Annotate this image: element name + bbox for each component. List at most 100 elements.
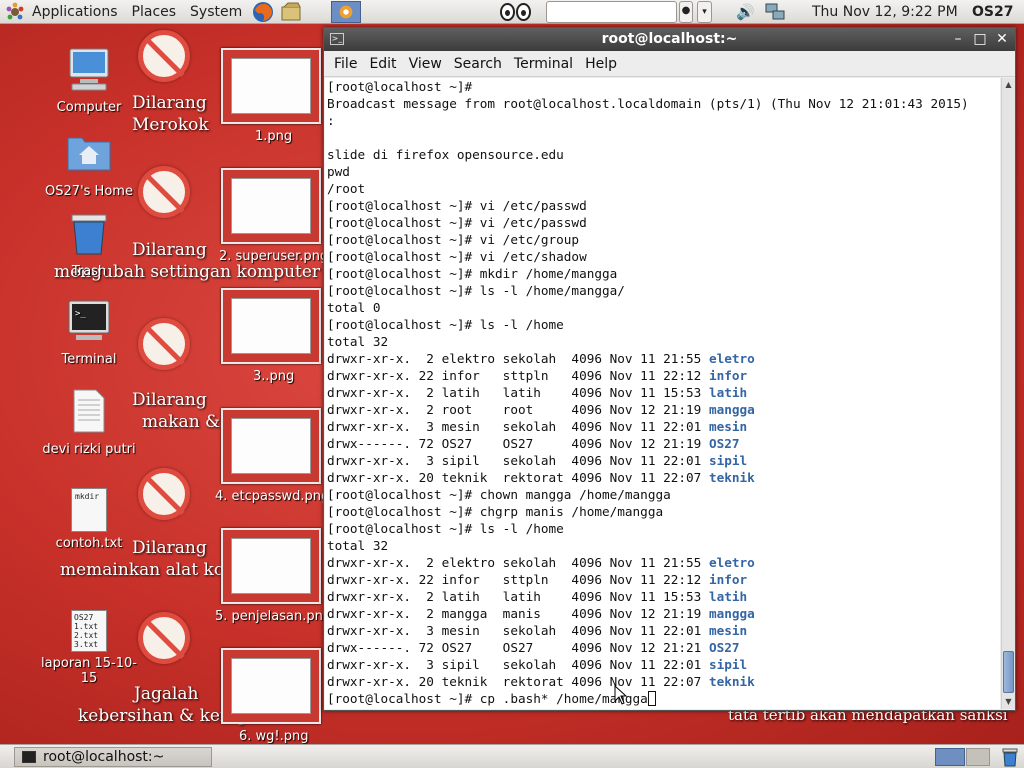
menu-system[interactable]: System [183,0,249,24]
menu-search[interactable]: Search [448,53,508,75]
terminal-line: pwd [327,163,1000,180]
terminal-line-text: drwx------. 72 OS27 OS27 4096 Nov 12 21:… [327,436,709,451]
desktop-icon-label: Trash [71,264,107,279]
search-input[interactable] [546,1,677,23]
xeyes-applet [500,3,534,21]
terminal-line-text: [root@localhost ~]# chown mangga /home/m… [327,487,671,502]
terminal-line: [root@localhost ~]# vi /etc/passwd [327,214,1000,231]
directory-name: OS27 [708,436,740,451]
terminal-output[interactable]: [root@localhost ~]# Broadcast message fro… [325,78,1000,709]
desktop-icon-computer[interactable]: Computer [34,46,144,115]
scroll-up-arrow-icon[interactable]: ▲ [1002,78,1015,92]
desktop-icon-trash[interactable]: Trash [34,210,144,279]
menu-terminal[interactable]: Terminal [508,53,579,75]
network-icon[interactable] [765,2,785,22]
workspace-1[interactable] [935,748,965,766]
terminal-line-text: [root@localhost ~]# mkdir /home/mangga [327,266,618,281]
search-dropdown-button[interactable]: ▾ [697,1,712,23]
terminal-small-icon[interactable]: >_ [330,33,344,45]
menu-help[interactable]: Help [579,53,623,75]
directory-name: eletro [708,351,755,366]
terminal-line: [root@localhost ~]# [327,78,1000,95]
desktop-icon-terminal[interactable]: >_ Terminal [34,298,144,367]
terminal-line-text: [root@localhost ~]# cp .bash* /home/mang… [327,691,648,706]
terminal-line-text: drwxr-xr-x. 20 teknik rektorat 4096 Nov … [327,470,709,485]
terminal-line: drwxr-xr-x. 2 mangga manis 4096 Nov 12 2… [327,605,1000,622]
terminal-line: total 32 [327,537,1000,554]
screenshot-app-icon[interactable] [331,0,362,23]
thumbnail-2-superuser[interactable] [221,168,321,244]
terminal-line: [root@localhost ~]# vi /etc/group [327,231,1000,248]
terminal-line-text: drwxr-xr-x. 2 latih latih 4096 Nov 11 15… [327,385,709,400]
mouse-cursor-icon [614,685,628,705]
scroll-down-arrow-icon[interactable]: ▼ [1002,695,1015,709]
document-icon [73,389,105,433]
directory-name: infor [708,572,748,587]
terminal-line: drwxr-xr-x. 22 infor sttpln 4096 Nov 11 … [327,571,1000,588]
terminal-scrollbar[interactable]: ▲ ▼ [1001,78,1015,709]
notes-app-icon[interactable] [280,1,302,23]
scrollbar-thumb[interactable] [1003,651,1014,693]
trash-icon [71,214,107,255]
desktop-icon-document[interactable]: devi rizki putri [34,388,144,457]
desktop-icon-laporan[interactable]: OS27 1.txt 2.txt 3.txt laporan 15-10-15 [34,610,144,686]
menu-edit[interactable]: Edit [363,53,402,75]
text-file-icon: OS27 1.txt 2.txt 3.txt [71,610,107,652]
thumbnail-3-png[interactable] [221,288,321,364]
terminal-line-text: Broadcast message from root@localhost.lo… [327,96,969,111]
thumbnail-1-png[interactable] [221,48,321,124]
workspace-2[interactable] [966,748,990,766]
terminal-line: /root [327,180,1000,197]
desktop-icon-label: Computer [56,100,122,115]
menu-file[interactable]: File [328,53,363,75]
svg-text:>_: >_ [75,309,86,319]
terminal-line: drwx------. 72 OS27 OS27 4096 Nov 12 21:… [327,639,1000,656]
terminal-window[interactable]: >_ root@localhost:~ – □ ✕ File Edit View… [323,27,1016,711]
menu-places[interactable]: Places [125,0,184,24]
directory-name: latih [708,589,748,604]
thumbnail-5-penjelasan[interactable] [221,528,321,604]
terminal-line: Broadcast message from root@localhost.lo… [327,95,1000,112]
terminal-line: [root@localhost ~]# vi /etc/shadow [327,248,1000,265]
minimize-button[interactable]: – [948,28,968,51]
no-smoking-sign-icon [138,30,190,82]
maximize-button[interactable]: □ [970,28,990,51]
thumbnail-4-etcpasswd[interactable] [221,408,321,484]
directory-name: mangga [708,606,755,621]
terminal-line: : [327,112,1000,129]
menu-view[interactable]: View [403,53,448,75]
thumbnail-label: 4. etcpasswd.png [215,489,330,504]
directory-name: infor [708,368,748,383]
window-titlebar[interactable]: >_ root@localhost:~ – □ ✕ [324,28,1015,51]
firefox-icon[interactable] [252,1,274,23]
thumbnail-label: 3..png [253,369,295,384]
terminal-line: [root@localhost ~]# mkdir /home/mangga [327,265,1000,282]
search-button[interactable]: ● [679,1,693,23]
terminal-line: [root@localhost ~]# cp .bash* /home/mang… [327,690,1000,707]
menu-applications[interactable]: Applications [25,0,125,24]
thumbnail-6-wg[interactable] [221,648,321,724]
close-button[interactable]: ✕ [992,28,1012,51]
terminal-line-text: [root@localhost ~]# ls -l /home [327,521,564,536]
taskbar-window-button[interactable]: root@localhost:~ [14,747,212,767]
terminal-line-text: drwxr-xr-x. 22 infor sttpln 4096 Nov 11 … [327,572,709,587]
desktop-icon-contoh-txt[interactable]: mkdir contoh.txt [34,488,144,551]
user-menu[interactable]: OS27 [972,0,1013,24]
directory-name: latih [708,385,748,400]
terminal-line-text: total 32 [327,334,389,349]
directory-name: mesin [708,623,748,638]
terminal-line: [root@localhost ~]# ls -l /home/mangga/ [327,282,1000,299]
terminal-line-text: slide di firefox opensource.edu [327,147,564,162]
desktop-icon-home[interactable]: OS27's Home [34,130,144,199]
trash-icon[interactable] [1000,747,1020,767]
top-panel: Applications Places System ● ▾ 🔊 Thu Nov… [0,0,1024,24]
terminal-line: drwxr-xr-x. 3 mesin sekolah 4096 Nov 11 … [327,622,1000,639]
clock[interactable]: Thu Nov 12, 9:22 PM [812,0,958,24]
directory-name: OS27 [708,640,740,655]
thumbnail-label: 5. penjelasan.png [215,609,332,624]
directory-name: teknik [708,470,755,485]
terminal-line-text: drwxr-xr-x. 2 mangga manis 4096 Nov 12 2… [327,606,709,621]
gnome-foot-icon[interactable] [5,2,25,22]
terminal-line-text: [root@localhost ~]# vi /etc/passwd [327,215,587,230]
volume-icon[interactable]: 🔊 [736,3,755,21]
